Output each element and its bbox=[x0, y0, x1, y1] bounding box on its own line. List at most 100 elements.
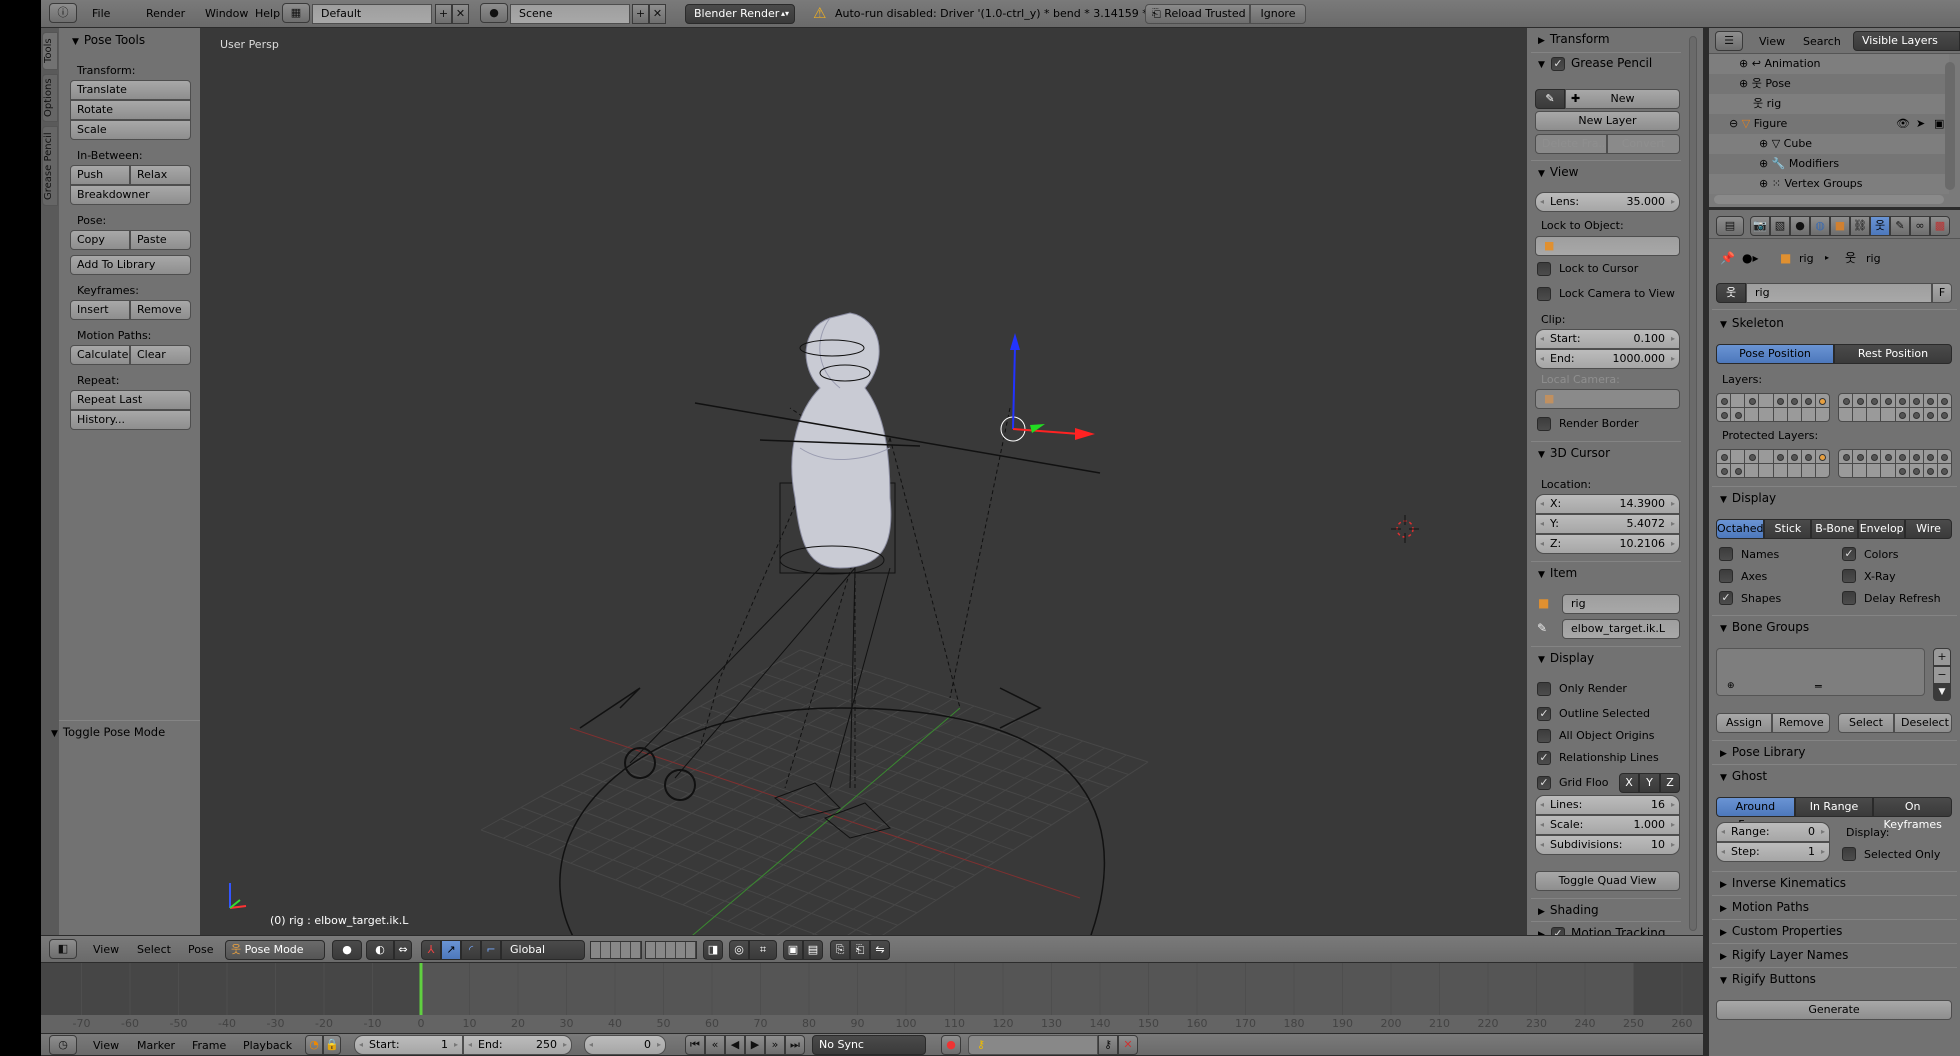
paste-flipped-pose-icon[interactable]: ⇋ bbox=[870, 940, 890, 960]
layer-cell[interactable] bbox=[1881, 450, 1895, 463]
outliner-item-modifiers[interactable]: ⊕ 🔧 Modifiers bbox=[1709, 154, 1949, 174]
draw-type-octahed[interactable]: Octahed bbox=[1716, 519, 1765, 539]
toggle-quad-view-button[interactable]: Toggle Quad View bbox=[1535, 871, 1680, 891]
paste-pose-icon[interactable]: ⎗ bbox=[850, 940, 870, 960]
menu-render[interactable]: Render bbox=[146, 7, 185, 20]
end-frame-field[interactable]: End: 250 bbox=[463, 1035, 572, 1055]
names-checkbox[interactable] bbox=[1719, 547, 1733, 561]
layer-cell[interactable] bbox=[1867, 464, 1881, 477]
layer-cell[interactable] bbox=[1731, 408, 1745, 421]
panel-header-pose-library[interactable]: ▶ Pose Library bbox=[1720, 745, 1805, 759]
object-tab-icon[interactable]: ■ bbox=[1830, 216, 1850, 236]
layer-cell[interactable] bbox=[1717, 450, 1731, 463]
select-cursor-icon[interactable]: ➤ bbox=[1916, 114, 1925, 134]
snap-element-icon[interactable]: ⌗ bbox=[749, 940, 777, 960]
lock-range-icon[interactable]: 🔒 bbox=[323, 1035, 341, 1055]
ghost-type-in-range[interactable]: In Range bbox=[1794, 797, 1874, 817]
generate-button[interactable]: Generate bbox=[1716, 1000, 1952, 1020]
layer-cell[interactable] bbox=[1745, 450, 1759, 463]
jump-keyframe-forward-icon[interactable]: » bbox=[765, 1035, 785, 1055]
layer-cell[interactable] bbox=[1839, 408, 1853, 421]
cursor-x-field[interactable]: X: 14.3900 bbox=[1535, 494, 1680, 514]
panel-header-inverse-kinematics[interactable]: ▶ Inverse Kinematics bbox=[1720, 876, 1846, 890]
list-resize-handle-icon[interactable]: ═ bbox=[1815, 680, 1822, 693]
protected-layers-right[interactable] bbox=[1838, 449, 1952, 478]
panel-header-grease-pencil[interactable]: ▼ bbox=[1538, 56, 1550, 70]
grid-scale-field[interactable]: Scale: 1.000 bbox=[1535, 815, 1680, 835]
lock-camera-checkbox[interactable] bbox=[1537, 287, 1551, 301]
lock-object-field[interactable]: ■ bbox=[1535, 236, 1680, 256]
timeline-canvas[interactable]: -70-60-50-40-30-20-100102030405060708090… bbox=[41, 963, 1703, 1033]
layer-cell[interactable] bbox=[1881, 464, 1895, 477]
bone-layers-right[interactable] bbox=[1838, 393, 1952, 422]
layer-cell[interactable] bbox=[1839, 450, 1853, 463]
layer-cell[interactable] bbox=[1923, 464, 1937, 477]
tab-grease-pencil[interactable]: Grease Pencil bbox=[42, 126, 58, 206]
panel-header-rigify-layer-names[interactable]: ▶ Rigify Layer Names bbox=[1720, 948, 1848, 962]
delay-refresh-checkbox[interactable] bbox=[1842, 591, 1856, 605]
outliner-vscrollbar[interactable] bbox=[1945, 62, 1955, 190]
layer-cell[interactable] bbox=[1909, 408, 1923, 421]
texture-tab-icon[interactable]: ▩ bbox=[1930, 216, 1950, 236]
grid-axis-z-toggle[interactable]: Z bbox=[1660, 773, 1680, 793]
draw-type-stick[interactable]: Stick bbox=[1764, 519, 1812, 539]
layer-cell[interactable] bbox=[1881, 408, 1895, 421]
layer-cell[interactable] bbox=[1759, 408, 1773, 421]
layer-cell[interactable] bbox=[1787, 464, 1801, 477]
rest-position-toggle[interactable]: Rest Position bbox=[1834, 344, 1952, 364]
all-origins-checkbox[interactable] bbox=[1537, 729, 1551, 743]
layer-cell[interactable] bbox=[1937, 464, 1951, 477]
outliner-item-pose[interactable]: ⊕ 웃 Pose bbox=[1709, 74, 1949, 94]
editor-type-timeline-icon[interactable]: ◷ bbox=[49, 1035, 77, 1055]
layer-cell[interactable] bbox=[1815, 394, 1829, 407]
outliner-menu-view[interactable]: View bbox=[1759, 35, 1785, 48]
editor-type-3d-view-icon[interactable]: ◧ bbox=[49, 939, 77, 959]
layer-cell[interactable] bbox=[1745, 394, 1759, 407]
calculate-paths-button[interactable]: Calculate bbox=[70, 345, 130, 365]
grease-pencil-checkbox[interactable]: ✓ bbox=[1551, 57, 1565, 71]
layer-cell[interactable] bbox=[1717, 464, 1731, 477]
insert-keyframe-icon[interactable]: ⚷ bbox=[1098, 1035, 1118, 1055]
layer-cell[interactable] bbox=[1895, 450, 1909, 463]
lock-to-cursor-checkbox[interactable] bbox=[1537, 262, 1551, 276]
layer-cell[interactable] bbox=[1759, 464, 1773, 477]
layer-cell[interactable] bbox=[1909, 450, 1923, 463]
outliner-hscrollbar[interactable] bbox=[1714, 195, 1944, 204]
paste-pose-button[interactable]: Paste bbox=[130, 230, 191, 250]
scale-button[interactable]: Scale bbox=[70, 120, 191, 140]
layer-cell[interactable] bbox=[1731, 450, 1745, 463]
manipulator-icon[interactable]: ⅄ bbox=[421, 940, 441, 960]
protected-layers-left[interactable] bbox=[1716, 449, 1830, 478]
scene-field[interactable]: Scene bbox=[510, 4, 630, 24]
scale-manipulator-icon[interactable]: ⌐ bbox=[481, 940, 501, 960]
panel-header-rigify-buttons[interactable]: ▼ Rigify Buttons bbox=[1720, 972, 1816, 986]
draw-type-envelop[interactable]: Envelop bbox=[1858, 519, 1906, 539]
manipulator-toggle[interactable]: ⇔ bbox=[394, 940, 412, 960]
bone-group-specials-button[interactable]: ▼ bbox=[1933, 684, 1951, 701]
panel-header-3d-cursor[interactable]: ▼ 3D Cursor bbox=[1538, 446, 1610, 460]
layer-cell[interactable] bbox=[1801, 408, 1815, 421]
panel-header-display[interactable]: ▼ Display bbox=[1720, 491, 1776, 505]
selected-only-checkbox[interactable] bbox=[1842, 847, 1856, 861]
layer-cell[interactable] bbox=[1759, 394, 1773, 407]
layer-cell[interactable] bbox=[1853, 394, 1867, 407]
start-frame-field[interactable]: Start: 1 bbox=[354, 1035, 463, 1055]
remove-bone-group-button[interactable]: − bbox=[1933, 666, 1951, 684]
render-engine-dropdown[interactable]: Blender Render ▴▾ bbox=[685, 4, 795, 24]
cursor-z-field[interactable]: Z: 10.2106 bbox=[1535, 534, 1680, 554]
menu-help[interactable]: Help bbox=[255, 7, 280, 20]
repeat-last-button[interactable]: Repeat Last bbox=[70, 390, 191, 410]
layer-cell[interactable] bbox=[1923, 394, 1937, 407]
timeline[interactable]: -70-60-50-40-30-20-100102030405060708090… bbox=[41, 963, 1703, 1033]
pivot-point-dropdown[interactable]: ◐ bbox=[366, 940, 394, 960]
layer-cell[interactable] bbox=[1923, 408, 1937, 421]
menu-window[interactable]: Window bbox=[205, 7, 248, 20]
ignore-button[interactable]: Ignore bbox=[1250, 4, 1306, 24]
relationship-lines-checkbox[interactable]: ✓ bbox=[1537, 751, 1551, 765]
layer-cell[interactable] bbox=[1895, 464, 1909, 477]
constraints-tab-icon[interactable]: ⛓ bbox=[1850, 216, 1870, 236]
outliner-item-animation[interactable]: ⊕ ↩ Animation bbox=[1709, 54, 1949, 74]
jump-keyframe-back-icon[interactable]: « bbox=[705, 1035, 725, 1055]
copy-pose-icon[interactable]: ⎘ bbox=[830, 940, 850, 960]
ghost-range-field[interactable]: Range: 0 bbox=[1716, 822, 1830, 842]
